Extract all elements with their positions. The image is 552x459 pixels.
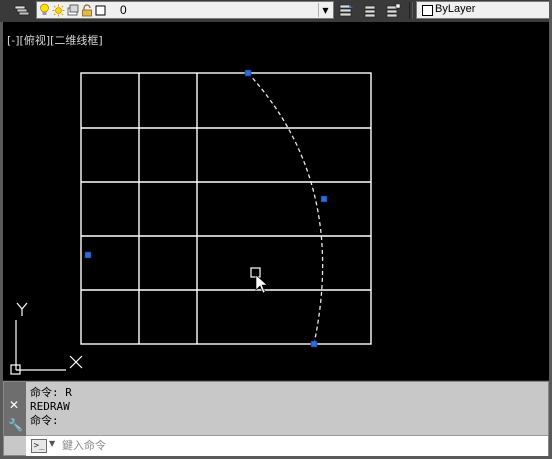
command-prompt-icon[interactable]: >_ bbox=[31, 439, 47, 453]
color-swatch bbox=[422, 5, 433, 16]
command-line-panel: ✕ 🔧 命令: R REDRAW 命令: >_ ▼ bbox=[3, 381, 549, 456]
sun-icon bbox=[52, 4, 65, 16]
grip-start[interactable] bbox=[244, 69, 252, 77]
command-history-line: 命令: R bbox=[30, 386, 72, 399]
command-history: 命令: R REDRAW 命令: bbox=[30, 386, 72, 428]
layer-value: 0 bbox=[120, 3, 127, 17]
layer-properties-button[interactable] bbox=[12, 2, 32, 19]
viewport-controls-label[interactable]: [-][俯视][二维线框] bbox=[7, 32, 103, 48]
toolbar-separator bbox=[409, 2, 413, 19]
color-value: ByLayer bbox=[435, 3, 476, 15]
layer-states-button[interactable] bbox=[384, 2, 402, 19]
lock-icon bbox=[82, 3, 92, 16]
make-current-button[interactable] bbox=[337, 2, 355, 19]
chevron-down-icon[interactable]: ▼ bbox=[49, 439, 55, 448]
chevron-down-icon[interactable]: ▼ bbox=[318, 3, 332, 17]
ucs-icon bbox=[10, 302, 83, 375]
close-icon[interactable]: ✕ bbox=[9, 398, 19, 412]
lightbulb-icon bbox=[40, 3, 49, 15]
grip-end[interactable] bbox=[310, 340, 318, 348]
layer-previous-icon bbox=[364, 5, 376, 18]
layer-states-icon bbox=[386, 3, 401, 18]
grip-mid[interactable] bbox=[320, 195, 328, 203]
color-dropdown[interactable]: ByLayer bbox=[416, 1, 552, 19]
command-history-line: REDRAW bbox=[30, 400, 70, 413]
layer-icon bbox=[67, 4, 79, 16]
make-current-icon bbox=[339, 4, 353, 17]
rectangular-grid[interactable] bbox=[80, 72, 372, 345]
drawing-viewport[interactable]: [-][俯视][二维线框] bbox=[3, 22, 549, 380]
layer-dropdown[interactable]: 0 ▼ bbox=[36, 1, 334, 19]
arc-grips[interactable] bbox=[84, 69, 328, 348]
grid-outline[interactable] bbox=[80, 72, 372, 345]
layer-previous-button[interactable] bbox=[361, 2, 379, 19]
layer-stack-icon bbox=[14, 5, 30, 15]
cursor-pickbox bbox=[250, 267, 268, 294]
layer-toolbar: 0 ▼ ByLayer bbox=[0, 0, 552, 22]
command-input-row: >_ ▼ bbox=[26, 435, 548, 456]
command-history-line: 命令: bbox=[30, 414, 59, 427]
grip-center[interactable] bbox=[84, 251, 92, 259]
command-input[interactable] bbox=[62, 437, 532, 453]
drawing-canvas[interactable] bbox=[3, 22, 549, 380]
square-icon bbox=[95, 5, 106, 15]
selected-arc[interactable] bbox=[247, 72, 324, 345]
wrench-icon[interactable]: 🔧 bbox=[8, 418, 23, 432]
command-sidebar: ✕ 🔧 bbox=[4, 382, 26, 436]
